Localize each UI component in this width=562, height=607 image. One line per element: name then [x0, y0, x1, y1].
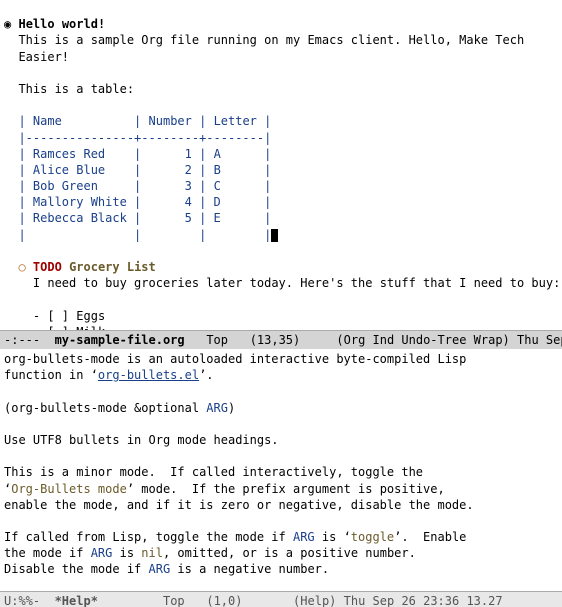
table-row: | Bob Green | 3 | C | [18, 179, 271, 193]
org-buffer[interactable]: ◉ Hello world! This is a sample Org file… [0, 0, 562, 330]
help-symbol: org-bullets-mode [4, 352, 120, 366]
table-row: | Mallory White | 4 | D | [18, 195, 271, 209]
help-buffer[interactable]: org-bullets-mode is an autoloaded intera… [0, 349, 562, 591]
intro-line1: This is a sample Org file running on my … [18, 33, 524, 47]
list-item: Milk [76, 325, 105, 330]
table-row-empty: | | | | [18, 228, 271, 242]
table-row: | Ramces Red | 1 | A | [18, 147, 271, 161]
cursor-icon [271, 229, 278, 242]
checkbox[interactable]: [ ] [47, 325, 69, 330]
table-intro: This is a table: [18, 82, 134, 96]
bullet-level1-icon: ◉ [4, 17, 11, 31]
table-row: | Alice Blue | 2 | B | [18, 163, 271, 177]
table-header: | Name | Number | Letter | [18, 114, 271, 128]
arg: ARG [206, 401, 228, 415]
bullet-level2-icon: ○ [18, 260, 25, 274]
checkbox[interactable]: [ ] [47, 309, 69, 323]
source-file-link[interactable]: org-bullets.el [98, 368, 199, 382]
signature: (org-bullets-mode &optional [4, 401, 206, 415]
heading-1: Hello world! [18, 17, 105, 31]
buffer-name: my-sample-file.org [55, 333, 185, 347]
modeline-bottom[interactable]: U:%%- *Help* Top (1,0) (Help) Thu Sep 26… [0, 591, 562, 607]
table-row: | Rebecca Black | 5 | E | [18, 211, 271, 225]
table-sep: |---------------+--------+--------| [18, 131, 271, 145]
grocery-intro: I need to buy groceries later today. Her… [33, 276, 560, 290]
buffer-name: *Help* [55, 594, 98, 607]
heading-2: Grocery List [69, 260, 156, 274]
list-item: Eggs [76, 309, 105, 323]
todo-keyword: TODO [33, 260, 62, 274]
intro-line2: Easier! [18, 50, 69, 64]
modeline-top[interactable]: -:--- my-sample-file.org Top (13,35) (Or… [0, 330, 562, 349]
help-desc: Use UTF8 bullets in Org mode headings. [4, 433, 279, 447]
